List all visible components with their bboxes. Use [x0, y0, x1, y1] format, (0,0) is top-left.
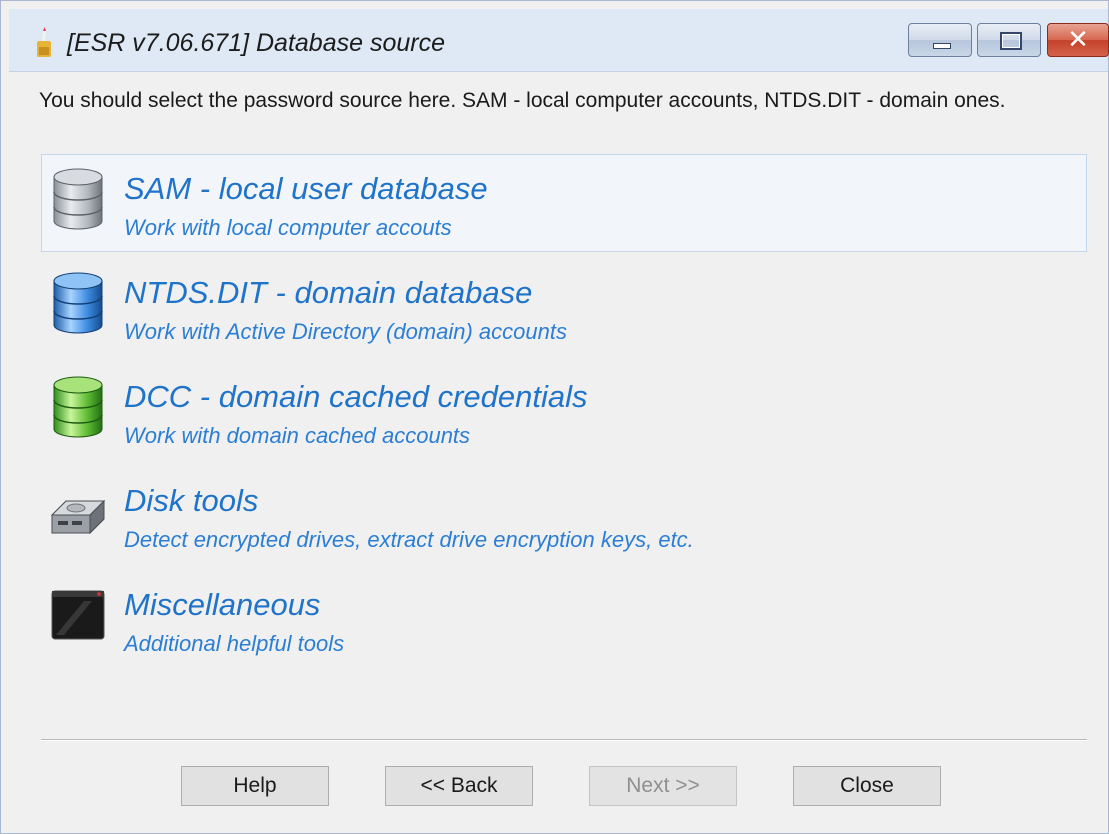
green-database-icon: [53, 376, 103, 438]
option-description: Work with domain cached accounts: [124, 423, 471, 448]
option-description: Work with local computer accouts: [124, 215, 452, 240]
footer-separator: [41, 739, 1087, 741]
option-sam[interactable]: SAM - local user database Work with loca…: [41, 154, 1087, 252]
help-button[interactable]: Help: [181, 766, 329, 806]
minimize-icon: [933, 43, 951, 49]
window-title: [ESR v7.06.671] Database source: [67, 29, 446, 57]
close-icon: ✕: [1067, 25, 1089, 55]
app-icon: [37, 27, 51, 57]
option-title: Disk tools: [124, 483, 259, 518]
close-button[interactable]: Close: [793, 766, 941, 806]
option-title: NTDS.DIT - domain database: [124, 275, 533, 310]
option-description: Additional helpful tools: [124, 631, 345, 656]
option-miscellaneous[interactable]: Miscellaneous Additional helpful tools: [41, 570, 1087, 668]
option-disk-tools[interactable]: Disk tools Detect encrypted drives, extr…: [41, 466, 1087, 564]
option-ntds-dit[interactable]: NTDS.DIT - domain database Work with Act…: [41, 258, 1087, 356]
maximize-icon: [1000, 32, 1022, 50]
terminal-icon: [51, 590, 105, 640]
option-title: SAM - local user database: [124, 171, 488, 206]
hard-drive-icon: [50, 499, 106, 535]
back-button[interactable]: << Back: [385, 766, 533, 806]
instruction-text: You should select the password source he…: [39, 89, 1006, 112]
close-window-button[interactable]: ✕: [1047, 23, 1109, 57]
blue-database-icon: [53, 272, 103, 334]
option-title: Miscellaneous: [124, 587, 321, 622]
title-bar[interactable]: [ESR v7.06.671] Database source ✕: [9, 9, 1109, 72]
option-description: Detect encrypted drives, extract drive e…: [124, 527, 694, 552]
next-button[interactable]: Next >>: [589, 766, 737, 806]
maximize-button[interactable]: [977, 23, 1041, 57]
minimize-button[interactable]: [908, 23, 972, 57]
option-dcc[interactable]: DCC - domain cached credentials Work wit…: [41, 362, 1087, 460]
option-title: DCC - domain cached credentials: [124, 379, 588, 414]
gray-database-icon: [53, 168, 103, 230]
database-source-dialog: [ESR v7.06.671] Database source ✕ You sh…: [0, 0, 1109, 834]
option-description: Work with Active Directory (domain) acco…: [124, 319, 567, 344]
